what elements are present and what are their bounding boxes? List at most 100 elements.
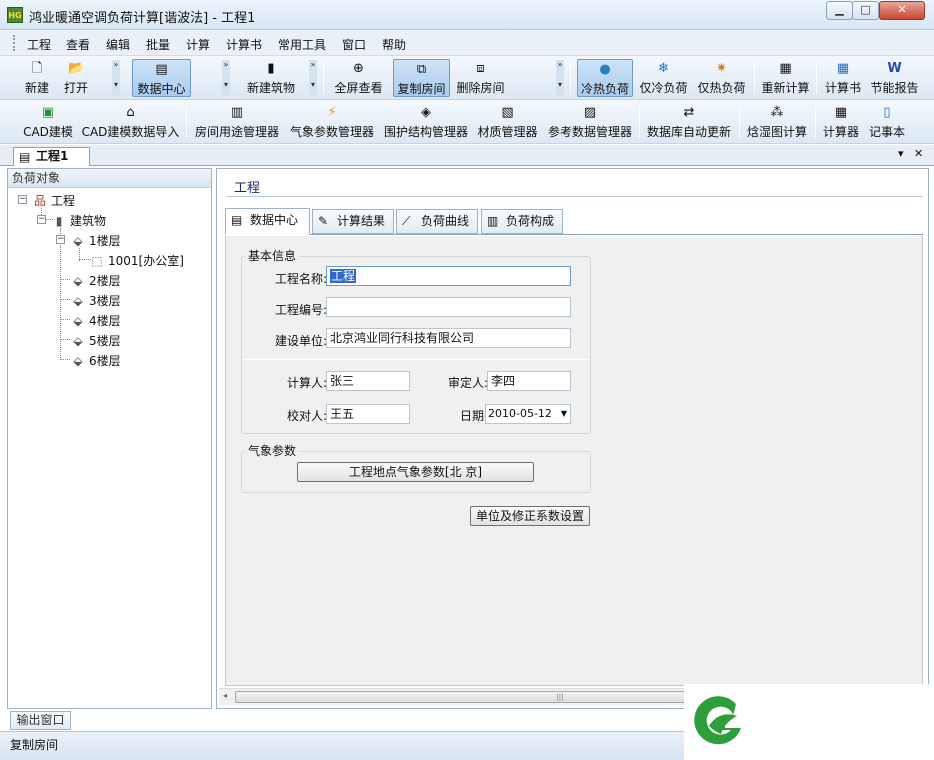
copy-room-button[interactable]: ⧉ 复制房间 <box>393 59 450 97</box>
reference-data-manager-button[interactable]: ▨ 参考数据管理器 <box>545 103 635 141</box>
building-tree-icon: ▮ <box>55 214 63 228</box>
collapse-toggle-icon[interactable]: − <box>56 235 65 244</box>
envelope-manager-label: 围护结构管理器 <box>383 125 468 139</box>
tab-project1[interactable]: ▤ 工程1 <box>13 147 90 166</box>
floor-icon: ⬙ <box>73 234 83 248</box>
tree-node-floor-1[interactable]: ⬙ 1楼层 <box>70 232 120 249</box>
cad-modeling-label: CAD建模 <box>23 125 73 139</box>
toolbar-overflow-chevron[interactable]: » ▾ <box>222 60 230 96</box>
project-weather-button[interactable]: 工程地点气象参数[北 京] <box>297 462 534 482</box>
tree-node-floor-3[interactable]: ⬙ 3楼层 <box>70 292 120 309</box>
word-doc-icon: W <box>887 61 902 76</box>
units-correction-button[interactable]: 单位及修正系数设置 <box>470 506 590 526</box>
collapse-toggle-icon[interactable]: − <box>18 195 27 204</box>
floor-icon: ⬙ <box>73 314 83 328</box>
delete-room-button[interactable]: ⧈ 删除房间 <box>453 59 508 97</box>
recalculate-button[interactable]: ▦ 重新计算 <box>759 59 812 97</box>
tab-list-dropdown-icon[interactable]: ▾ <box>898 147 904 160</box>
envelope-manager-button[interactable]: ◈ 围护结构管理器 <box>381 103 471 141</box>
cooling-load-only-button[interactable]: ❄ 仅冷负荷 <box>637 59 690 97</box>
fullscreen-view-button[interactable]: ⊕ 全屏查看 <box>331 59 386 97</box>
menu-edit[interactable]: 编辑 <box>106 36 130 53</box>
cad-import-button[interactable]: ⌂ CAD建模数据导入 <box>81 103 180 141</box>
tools-toolbar: ▣ CAD建模 ⌂ CAD建模数据导入 ▥ 房间用途管理器 ⚡ 气象参数管理器 … <box>0 100 934 144</box>
tree-node-room-1001[interactable]: ⬚ 1001[办公室] <box>89 252 184 269</box>
new-building-button[interactable]: ▮ 新建筑物 <box>243 59 299 97</box>
document-tab-strip: ▤ 工程1 ▾ ✕ <box>0 145 934 166</box>
collapse-toggle-icon[interactable]: − <box>37 215 46 224</box>
toolbar-overflow-chevron[interactable]: » ▾ <box>556 60 564 96</box>
new-button[interactable]: 🗋 新建 <box>20 59 54 97</box>
menu-window[interactable]: 窗口 <box>342 36 366 53</box>
menu-report[interactable]: 计算书 <box>226 36 262 53</box>
menu-tools[interactable]: 常用工具 <box>278 36 326 53</box>
room-usage-manager-button[interactable]: ▥ 房间用途管理器 <box>192 103 282 141</box>
snowflake-icon: ❄ <box>658 61 669 76</box>
toolbar-separator <box>639 106 640 138</box>
heating-cooling-load-button[interactable]: ● 冷热负荷 <box>577 59 633 97</box>
load-object-panel: 负荷对象 − 品工程 − ▮ 建筑物 − ⬙ 1楼层 ⬚ 1001[办公室] ⬙ 2楼层… <box>7 168 212 709</box>
db-auto-update-button[interactable]: ⇄ 数据库自动更新 <box>644 103 734 141</box>
tab-results[interactable]: ✎ 计算结果 <box>312 209 394 234</box>
data-center-button[interactable]: ▤ 数据中心 <box>132 59 191 97</box>
cooling-load-only-label: 仅冷负荷 <box>639 81 688 95</box>
tree-node-floor-6[interactable]: ⬙ 6楼层 <box>70 352 121 369</box>
tree-node-floor-2[interactable]: ⬙ 2楼层 <box>70 272 121 289</box>
tree-node-floor-5[interactable]: ⬙ 5楼层 <box>70 332 120 349</box>
calculator-button[interactable]: ▦ 计算器 <box>820 103 862 141</box>
tree-label: 6楼层 <box>89 354 121 368</box>
tree-node-floor-4[interactable]: ⬙ 4楼层 <box>70 312 120 329</box>
project-name-label: 工程名称: <box>274 272 327 286</box>
builder-field[interactable]: 北京鸿业同行科技有限公司 <box>326 328 571 348</box>
menu-grip[interactable] <box>13 35 16 51</box>
cad-import-icon: ⌂ <box>126 105 135 120</box>
toolbar-separator <box>323 62 324 94</box>
notepad-button[interactable]: ▯ 记事本 <box>866 103 908 141</box>
menu-project[interactable]: 工程 <box>27 36 51 53</box>
close-tab-icon[interactable]: ✕ <box>914 147 923 160</box>
calculator-name-field[interactable]: 张三 <box>326 371 410 391</box>
open-folder-icon: 📂 <box>68 61 85 76</box>
approver-field[interactable]: 李四 <box>487 371 571 391</box>
output-window-tab[interactable]: 输出窗口 <box>10 711 71 730</box>
scroll-left-icon[interactable]: ◂ <box>223 691 227 700</box>
close-window-button[interactable]: ✕ <box>879 1 925 20</box>
maximize-button[interactable]: □ <box>852 1 879 20</box>
menu-batch[interactable]: 批量 <box>146 36 170 53</box>
psychrometric-button[interactable]: ⁂ 焓湿图计算 <box>744 103 810 141</box>
menu-view[interactable]: 查看 <box>66 36 90 53</box>
tree-node-project[interactable]: 品工程 <box>32 192 75 209</box>
project-number-label: 工程编号: <box>274 303 327 317</box>
project-name-field[interactable]: 工程 <box>326 266 571 286</box>
approver-label: 审定人: <box>447 376 488 390</box>
menu-help[interactable]: 帮助 <box>382 36 406 53</box>
tree-label: 2楼层 <box>89 274 121 288</box>
menu-calculate[interactable]: 计算 <box>186 36 210 53</box>
toolbar-overflow-chevron[interactable]: » ▾ <box>309 60 317 96</box>
document-icon: ▤ <box>19 150 31 164</box>
project-number-field[interactable] <box>326 297 571 317</box>
heating-load-only-label: 仅热负荷 <box>697 81 746 95</box>
chevron-down-icon[interactable]: ▼ <box>561 405 567 423</box>
material-manager-button[interactable]: ▧ 材质管理器 <box>475 103 540 141</box>
energy-report-button[interactable]: W 节能报告 <box>868 59 921 97</box>
date-picker[interactable]: 2010-05-12 ▼ <box>485 404 571 424</box>
minimize-button[interactable]: ▁ <box>826 1 853 20</box>
menu-bar: 工程 查看 编辑 批量 计算 计算书 常用工具 窗口 帮助 <box>0 30 934 56</box>
divider <box>243 359 589 360</box>
weather-manager-button[interactable]: ⚡ 气象参数管理器 <box>287 103 377 141</box>
weather-legend: 气象参数 <box>245 442 300 459</box>
envelope-icon: ◈ <box>421 105 431 120</box>
calc-book-button[interactable]: ▦ 计算书 <box>822 59 864 97</box>
tab-load-curve[interactable]: ⟋ 负荷曲线 <box>396 209 478 234</box>
open-button[interactable]: 📂 打开 <box>59 59 93 97</box>
floor-icon: ⬙ <box>73 274 83 288</box>
checker-field[interactable]: 王五 <box>326 404 410 424</box>
cad-modeling-button[interactable]: ▣ CAD建模 <box>21 103 75 141</box>
building-icon: ▮ <box>267 61 275 76</box>
heating-load-only-button[interactable]: ✷ 仅热负荷 <box>695 59 748 97</box>
tree-node-building[interactable]: ▮ 建筑物 <box>51 212 106 229</box>
tab-data-center[interactable]: ▤ 数据中心 <box>225 208 310 235</box>
tab-load-composition[interactable]: ▥ 负荷构成 <box>481 209 563 234</box>
toolbar-overflow-chevron[interactable]: » ▾ <box>112 60 120 96</box>
